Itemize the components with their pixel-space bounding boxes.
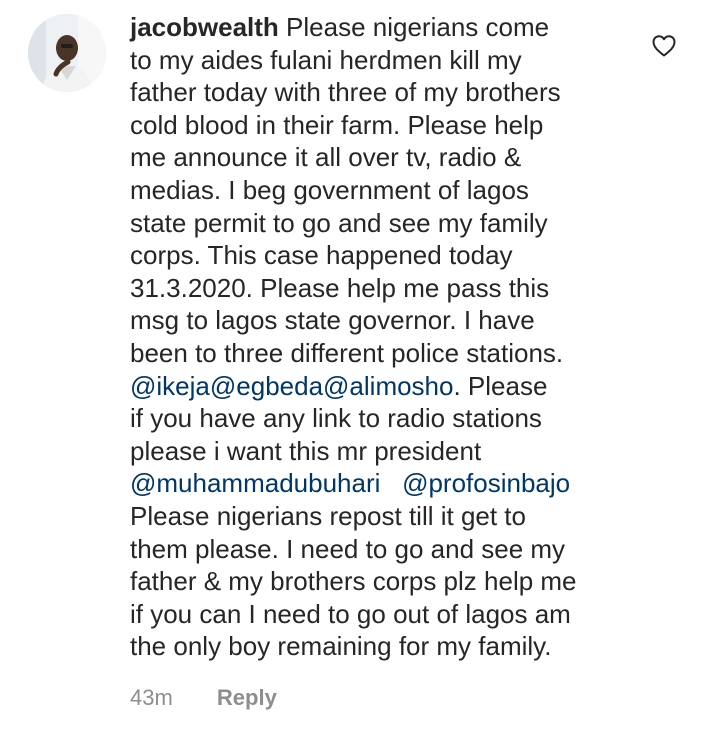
user-avatar[interactable]: [28, 14, 106, 92]
comment-line-text: Please nigerians come: [278, 12, 550, 42]
comment-line: me announce it all over tv, radio &: [130, 142, 522, 173]
comment-username[interactable]: jacobwealth: [130, 12, 279, 42]
mention-link[interactable]: @ikeja: [130, 371, 210, 401]
comment-line: 31.3.2020. Please help me pass this: [130, 272, 550, 303]
comment-line: father today with three of my brothers: [130, 77, 561, 108]
comment-line: msg to lagos state governor. I have: [130, 305, 535, 336]
comment-line: jacobwealth Please nigerians come: [130, 11, 630, 44]
comment-line: them please. I need to go and see my: [130, 533, 566, 564]
comment-line: @ikeja@egbeda@alimosho. Please: [130, 370, 630, 403]
comment-line: medias. I beg government of lagos: [130, 174, 529, 205]
reply-button[interactable]: Reply: [217, 684, 277, 712]
comment-line: if you have any link to radio stations: [130, 403, 542, 434]
comment-timestamp: 43m: [130, 685, 173, 710]
comment-line: cold blood in their farm. Please help: [130, 109, 544, 140]
mention-link[interactable]: @muhammadubuhari: [130, 468, 380, 498]
comment-line: please i want this mr president: [130, 435, 482, 466]
comment-line-text: . Please: [453, 370, 548, 401]
comment-line: father & my brothers corps plz help me: [130, 566, 577, 597]
comment-meta: 43m Reply: [130, 684, 277, 712]
comment-line: to my aides fulani herdmen kill my: [130, 44, 522, 75]
comment-text: jacobwealth Please nigerians come to my …: [130, 11, 630, 663]
comment-line: the only boy remaining for my family.: [130, 631, 552, 662]
comment-line: corps. This case happened today: [130, 240, 513, 271]
avatar-photo: [28, 14, 106, 92]
comment-line: @muhammadubuhari @profosinbajo: [130, 467, 630, 500]
comment-line: been to three different police stations.: [130, 337, 564, 368]
like-heart-icon[interactable]: [651, 33, 677, 59]
mention-link[interactable]: @profosinbajo: [402, 468, 570, 498]
comment: jacobwealth Please nigerians come to my …: [0, 0, 720, 740]
comment-line: if you can I need to go out of lagos am: [130, 598, 571, 629]
comment-line: state permit to go and see my family: [130, 207, 548, 238]
comment-line: Please nigerians repost till it get to: [130, 500, 526, 531]
mention-link[interactable]: @egbeda: [210, 371, 323, 401]
mention-link[interactable]: @alimosho: [323, 371, 453, 401]
